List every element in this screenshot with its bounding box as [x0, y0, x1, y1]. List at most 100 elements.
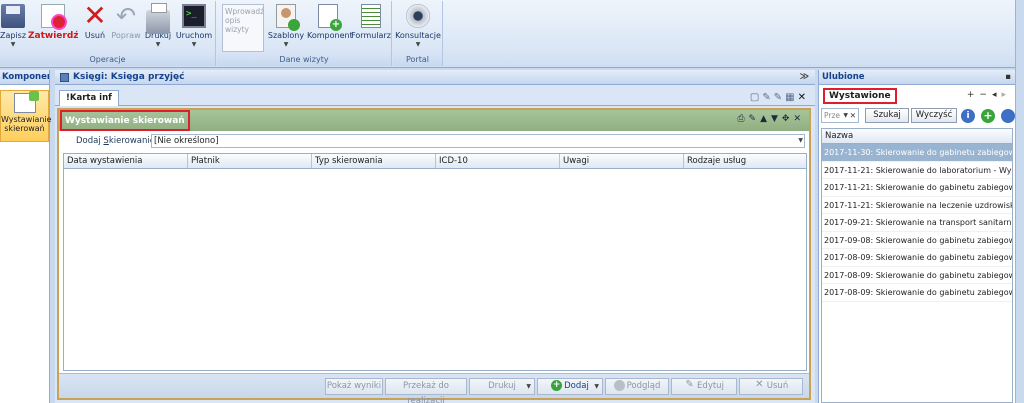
list-header[interactable]: Nazwa	[822, 129, 1012, 144]
list-item[interactable]: 2017-09-21: Skierowanie na transport san…	[822, 214, 1012, 232]
book-icon	[60, 73, 69, 82]
save-button[interactable]: Zapisz ▼	[0, 4, 26, 48]
ribbon-group-operacje: Zapisz ▼ Zatwierdź ✕ Usuń ↶ Popraw Druku…	[0, 1, 216, 66]
pin-icon[interactable]: ▪	[1005, 70, 1011, 85]
list-item[interactable]: 2017-08-09: Skierowanie do gabinetu zabi…	[822, 284, 1012, 302]
ribbon: Zapisz ▼ Zatwierdź ✕ Usuń ↶ Popraw Druku…	[0, 0, 1024, 68]
chevron-down-icon: ▼	[526, 383, 531, 390]
chevron-down-icon: ▼	[283, 41, 289, 48]
favorites-search: Prze ▼ ✕ Szukaj Wyczyść i +	[821, 108, 1015, 124]
list-item[interactable]: 2017-08-09: Skierowanie do gabinetu zabi…	[822, 267, 1012, 284]
edit-icon[interactable]: ✎	[749, 114, 761, 124]
collapse-icon[interactable]: ≫	[800, 70, 809, 85]
favorites-panel: Ulubione ▪ Wystawione +−◂▸ Prze ▼ ✕ Szukaj…	[818, 70, 1015, 403]
delete-button[interactable]: ✕ Usuń	[739, 378, 803, 395]
column-header[interactable]: ICD-10	[436, 154, 560, 168]
add-referral-row: Dodaj Skierowanie: [Nie określono] ▼	[59, 134, 809, 150]
confirm-button[interactable]: Zatwierdź	[28, 4, 79, 41]
components-panel: Komponen... Wystawianie skierowań	[0, 70, 52, 403]
component-button[interactable]: + Komponent	[307, 4, 353, 40]
tab-bar: !Karta inf ▢✎✎▦✕	[55, 90, 815, 106]
add-referral-select[interactable]: [Nie określono] ▼	[151, 134, 805, 148]
favorites-list: Nazwa 2017-11-30: Skierowanie do gabinet…	[821, 128, 1013, 403]
arrow-up-icon[interactable]: ▲	[760, 114, 771, 124]
tab-wystawione[interactable]: Wystawione	[823, 88, 897, 104]
chevron-down-icon: ▼	[10, 41, 16, 48]
referral-form: Wystawianie skierowań ⎙✎▲▼✥✕ Dodaj Skier…	[57, 108, 811, 403]
info-icon[interactable]: i	[961, 109, 975, 123]
arrow-down-icon[interactable]: ▼	[771, 114, 782, 124]
list-item[interactable]: 2017-11-21: Skierowanie do gabinetu zabi…	[822, 179, 1012, 197]
add-referral-label: Dodaj Skierowanie:	[76, 136, 158, 146]
chevron-down-icon: ▼	[191, 41, 197, 48]
run-button[interactable]: Uruchom ▼	[175, 4, 213, 48]
tab-toolbar: ▢✎✎▦✕	[750, 92, 809, 103]
move-icon[interactable]: ✥	[782, 114, 794, 124]
terminal-icon	[182, 4, 206, 28]
list-item[interactable]: 2017-08-09: Skierowanie do gabinetu zabi…	[822, 249, 1012, 267]
magnifier-icon	[613, 380, 625, 391]
list-item[interactable]: 2017-11-30: Skierowanie do gabinetu zabi…	[822, 144, 1012, 162]
close-icon: ✕	[83, 0, 107, 32]
document-edit-icon	[13, 91, 39, 113]
list-item[interactable]: 2017-11-21: Skierowanie do laboratorium …	[822, 162, 1012, 179]
templates-button[interactable]: Szablony ▼	[267, 4, 305, 48]
pencil-icon: ✎	[685, 379, 694, 390]
side-strip	[1015, 0, 1024, 403]
close-icon[interactable]: ✕	[798, 92, 809, 103]
template-icon	[276, 4, 300, 31]
transfer-button[interactable]: Przekaż do realizacji	[385, 378, 467, 403]
column-header[interactable]: Uwagi	[560, 154, 684, 168]
consultations-button[interactable]: Konsultacje ▼	[395, 4, 441, 48]
ribbon-group-portal: Konsultacje ▼ Portal	[393, 1, 443, 66]
close-icon[interactable]: ✕	[793, 114, 805, 124]
webcam-icon	[406, 4, 430, 28]
plus-icon[interactable]: +	[967, 90, 980, 100]
list-item[interactable]: 2017-09-08: Skierowanie do gabinetu zabi…	[822, 232, 1012, 249]
correct-button[interactable]: ↶ Popraw	[110, 4, 142, 40]
undo-icon: ↶	[115, 2, 137, 30]
add-button[interactable]: + Dodaj ▼	[537, 378, 603, 395]
show-results-button[interactable]: Pokaż wyniki	[325, 378, 383, 395]
list-item[interactable]: 2017-11-21: Skierowanie na leczenie uzdr…	[822, 197, 1012, 214]
column-header[interactable]: Płatnik	[188, 154, 312, 168]
chevron-down-icon: ▼	[594, 383, 599, 390]
column-header[interactable]: Typ skierowania	[312, 154, 436, 168]
form-header: Wystawianie skierowań ⎙✎▲▼✥✕	[59, 110, 809, 131]
edit-icon[interactable]: ✎	[762, 92, 773, 103]
close-icon: ✕	[755, 379, 764, 390]
visit-description-input[interactable]: Wprowadź opis wizyty	[222, 4, 264, 52]
column-header[interactable]: Data wystawienia	[64, 154, 188, 168]
form-actions-bar: Pokaż wyniki Przekaż do realizacji Druku…	[59, 373, 809, 403]
printer-icon[interactable]: ⎙	[737, 114, 748, 124]
print-button[interactable]: Drukuj ▼	[144, 3, 172, 48]
form-button[interactable]: Formularz	[351, 4, 391, 40]
add-icon[interactable]: +	[981, 109, 995, 123]
tab-nav: +−◂▸	[967, 90, 1011, 100]
component-item-referrals[interactable]: Wystawianie skierowań	[0, 90, 52, 142]
grid-header: Data wystawienia Płatnik Typ skierowania…	[64, 154, 806, 169]
delete-button[interactable]: ✕ Usuń	[82, 0, 108, 41]
arrow-right-icon[interactable]: ▸	[1001, 90, 1011, 100]
new-document-icon[interactable]: ▢	[750, 92, 762, 103]
search-input[interactable]: Prze ▼ ✕	[821, 108, 859, 123]
menu-icon[interactable]	[1001, 109, 1015, 123]
print-button[interactable]: Drukuj ▼	[469, 378, 535, 395]
main-area: Księgi: Księga przyjęć ≫ !Karta inf ▢✎✎▦…	[55, 70, 815, 403]
add-document-icon: +	[318, 4, 342, 31]
grid-icon[interactable]: ▦	[785, 92, 797, 103]
search-button[interactable]: Szukaj	[865, 108, 909, 123]
add-icon: +	[551, 380, 563, 391]
book-title-bar: Księgi: Księga przyjęć ≫	[55, 70, 815, 85]
group-label-portal: Portal	[393, 54, 442, 66]
preview-button[interactable]: Podgląd	[605, 378, 669, 395]
form-toolbar: ⎙✎▲▼✥✕	[737, 114, 805, 124]
pencil-icon[interactable]: ✎	[774, 92, 785, 103]
edit-button[interactable]: ✎ Edytuj	[671, 378, 737, 395]
tab-karta-inf[interactable]: !Karta inf	[59, 90, 119, 106]
printer-icon	[146, 3, 170, 34]
column-header[interactable]: Rodzaje usług	[684, 154, 806, 168]
clear-button[interactable]: Wyczyść	[911, 108, 957, 123]
referrals-grid: Data wystawienia Płatnik Typ skierowania…	[63, 153, 807, 371]
minus-icon[interactable]: −	[979, 90, 992, 100]
